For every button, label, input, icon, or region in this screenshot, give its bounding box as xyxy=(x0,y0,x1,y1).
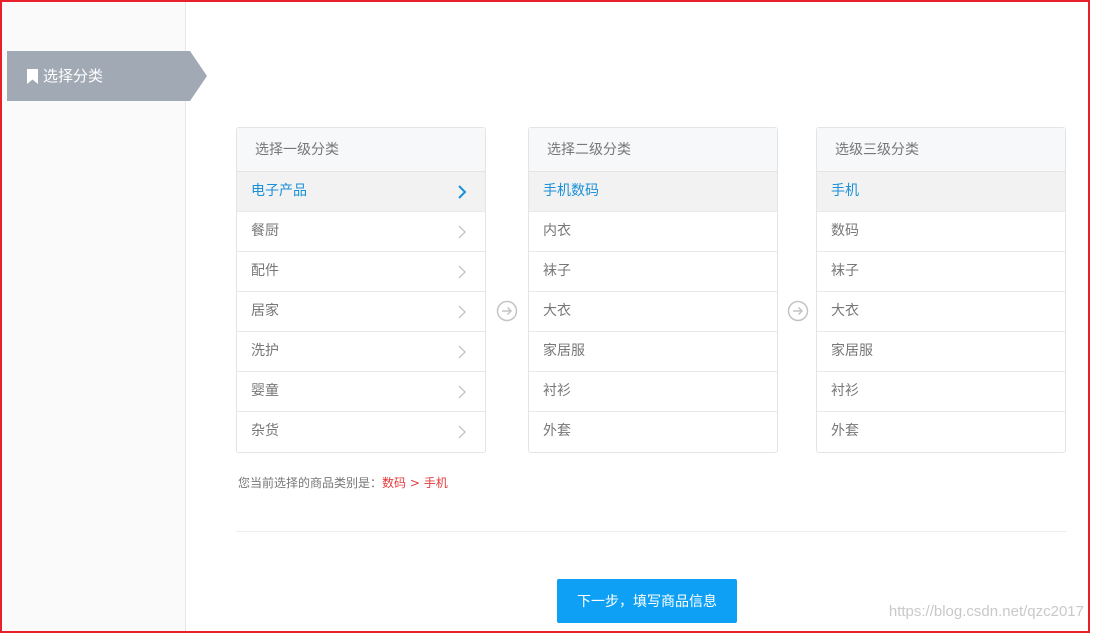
category-item[interactable]: 家居服 xyxy=(817,332,1065,372)
category-item[interactable]: 餐厨 xyxy=(237,212,485,252)
arrow-right-circle-icon xyxy=(787,300,809,322)
sidebar-tab-arrow xyxy=(190,51,207,101)
category-item-label: 餐厨 xyxy=(251,223,279,239)
category-item[interactable]: 居家 xyxy=(237,292,485,332)
chevron-right-icon xyxy=(458,425,466,439)
selected-category-path: 数码 > 手机 xyxy=(382,476,448,490)
category-item-label: 洗护 xyxy=(251,343,279,359)
panel-header: 选择一级分类 xyxy=(237,128,485,172)
chevron-right-icon xyxy=(458,385,466,399)
category-item-label: 配件 xyxy=(251,263,279,279)
sidebar-tab-select-category[interactable]: 选择分类 xyxy=(7,51,207,101)
category-item-label: 袜子 xyxy=(831,263,859,279)
category-item[interactable]: 配件 xyxy=(237,252,485,292)
panel-header: 选级三级分类 xyxy=(817,128,1065,172)
category-panel-level-2: 选择二级分类 手机数码内衣袜子大衣家居服衬衫外套 xyxy=(528,127,778,453)
category-item-label: 婴童 xyxy=(251,383,279,399)
category-item[interactable]: 家居服 xyxy=(529,332,777,372)
category-item-label: 手机 xyxy=(831,183,859,199)
divider xyxy=(236,531,1066,532)
category-item[interactable]: 电子产品 xyxy=(237,172,485,212)
category-item-label: 居家 xyxy=(251,303,279,319)
category-item[interactable]: 内衣 xyxy=(529,212,777,252)
category-item-label: 杂货 xyxy=(251,423,279,439)
category-item-label: 外套 xyxy=(831,423,859,439)
category-item[interactable]: 袜子 xyxy=(817,252,1065,292)
category-item[interactable]: 手机数码 xyxy=(529,172,777,212)
category-item[interactable]: 外套 xyxy=(817,412,1065,452)
category-item-label: 家居服 xyxy=(543,343,585,359)
category-item[interactable]: 洗护 xyxy=(237,332,485,372)
selected-category-info: 您当前选择的商品类别是：数码 > 手机 xyxy=(238,474,448,491)
bookmark-icon xyxy=(27,68,38,84)
category-item-label: 内衣 xyxy=(543,223,571,239)
chevron-right-icon xyxy=(458,225,466,239)
next-step-button[interactable]: 下一步，填写商品信息 xyxy=(557,579,737,623)
chevron-right-icon xyxy=(458,185,467,199)
selected-category-prefix: 您当前选择的商品类别是： xyxy=(238,476,383,490)
chevron-right-icon xyxy=(458,345,466,359)
category-item-label: 大衣 xyxy=(543,303,571,319)
category-item[interactable]: 婴童 xyxy=(237,372,485,412)
category-item[interactable]: 外套 xyxy=(529,412,777,452)
category-item[interactable]: 手机 xyxy=(817,172,1065,212)
panel-header: 选择二级分类 xyxy=(529,128,777,172)
category-item-label: 袜子 xyxy=(543,263,571,279)
chevron-right-icon xyxy=(458,305,466,319)
category-item-label: 衬衫 xyxy=(831,383,859,399)
category-item-label: 衬衫 xyxy=(543,383,571,399)
category-item[interactable]: 杂货 xyxy=(237,412,485,452)
chevron-right-icon xyxy=(458,265,466,279)
category-item-label: 手机数码 xyxy=(543,183,599,199)
category-item-label: 家居服 xyxy=(831,343,873,359)
category-item-label: 大衣 xyxy=(831,303,859,319)
category-item-label: 外套 xyxy=(543,423,571,439)
category-panel-level-1: 选择一级分类 电子产品餐厨配件居家洗护婴童杂货 xyxy=(236,127,486,453)
sidebar-tab-label-wrap: 选择分类 xyxy=(27,51,103,101)
category-item-label: 电子产品 xyxy=(251,183,307,199)
watermark: https://blog.csdn.net/qzc2017 xyxy=(888,603,1084,620)
category-item-label: 数码 xyxy=(831,223,859,239)
category-item[interactable]: 大衣 xyxy=(529,292,777,332)
category-item[interactable]: 衬衫 xyxy=(817,372,1065,412)
category-item[interactable]: 大衣 xyxy=(817,292,1065,332)
arrow-right-circle-icon xyxy=(496,300,518,322)
category-item[interactable]: 数码 xyxy=(817,212,1065,252)
category-panel-level-3: 选级三级分类 手机数码袜子大衣家居服衬衫外套 xyxy=(816,127,1066,453)
category-item[interactable]: 袜子 xyxy=(529,252,777,292)
category-item[interactable]: 衬衫 xyxy=(529,372,777,412)
sidebar-tab-label: 选择分类 xyxy=(43,67,104,85)
